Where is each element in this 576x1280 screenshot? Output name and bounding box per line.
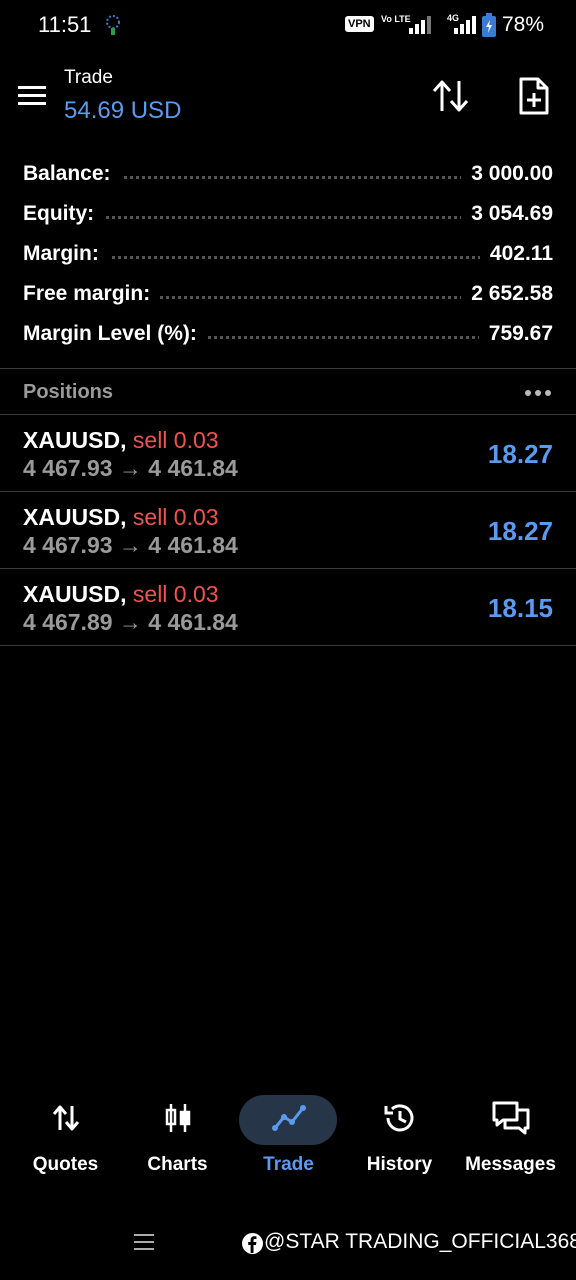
page-title: Trade [64,67,113,88]
watermark-text: @STAR TRADING_OFFICIAL3684 [264,1230,576,1253]
position-prices: 4 467.89 → 4 461.84 [23,609,238,635]
nav-label: Quotes [32,1154,99,1175]
app-notification-icon [106,15,120,35]
summary-row-margin-level: Margin Level (%): 759.67 [0,316,576,356]
summary-label: Free margin: [23,282,161,306]
nav-tab-trade[interactable]: Trade [231,1090,346,1190]
charts-icon [165,1104,190,1132]
summary-row-balance: Balance: 3 000.00 [0,156,576,196]
position-symbol: XAUUSD, sell 0.03 [23,581,219,608]
position-symbol: XAUUSD, sell 0.03 [23,504,219,531]
summary-value: 2 652.58 [461,282,553,306]
nav-tab-history[interactable]: History [342,1090,457,1190]
vpn-badge: VPN [345,16,374,32]
profit-total: 54.69 USD [64,97,182,124]
battery-percentage: 78% [502,13,545,36]
position-symbol: XAUUSD, sell 0.03 [23,427,219,454]
nav-label: Trade [263,1154,314,1175]
symbol-name: XAUUSD, [23,504,127,530]
summary-label: Equity: [23,202,105,226]
trade-icon [271,1105,306,1131]
position-profit: 18.27 [487,516,553,546]
position-profit: 18.15 [487,593,553,623]
nav-tab-charts[interactable]: Charts [120,1090,235,1190]
nav-tab-messages[interactable]: Messages [453,1090,568,1190]
summary-label: Margin Level (%): [23,322,207,346]
position-side: sell 0.03 [132,581,219,607]
volte-indicator: Vo LTE [381,14,411,24]
messages-icon [492,1101,529,1135]
position-row[interactable]: XAUUSD, sell 0.03 4 467.93 → 4 461.84 18… [0,415,576,492]
position-side: sell 0.03 [132,427,219,453]
signal-4g-icon [454,16,476,34]
position-side: sell 0.03 [132,504,219,530]
system-recents-icon[interactable] [134,1232,154,1252]
summary-row-margin: Margin: 402.11 [0,236,576,276]
position-row[interactable]: XAUUSD, sell 0.03 4 467.93 → 4 461.84 18… [0,492,576,569]
bottom-navigation: Quotes Charts Trade History Messages [0,1090,576,1190]
summary-label: Balance: [23,162,121,186]
history-icon [384,1104,413,1132]
quotes-icon [52,1105,79,1131]
signal-icon [409,16,431,34]
positions-section-title: Positions [23,381,114,403]
divider [0,368,576,369]
position-profit: 18.27 [487,439,553,469]
new-order-icon[interactable] [518,77,550,115]
summary-value: 3 054.69 [461,202,553,226]
battery-icon [482,13,496,37]
summary-value: 402.11 [479,242,553,266]
position-row[interactable]: XAUUSD, sell 0.03 4 467.89 → 4 461.84 18… [0,569,576,646]
nav-label: Charts [147,1154,208,1175]
nav-label: Messages [465,1154,556,1175]
account-summary: Balance: 3 000.00 Equity: 3 054.69 Margi… [0,156,576,356]
sort-icon[interactable] [431,79,471,113]
nav-label: History [366,1154,433,1175]
status-time: 11:51 [38,12,92,37]
status-bar: 11:51 VPN Vo LTE 4G 78% [0,0,576,52]
nav-tab-quotes[interactable]: Quotes [8,1090,123,1190]
menu-icon[interactable] [18,85,46,107]
summary-row-free-margin: Free margin: 2 652.58 [0,276,576,316]
summary-value: 3 000.00 [461,162,553,186]
summary-label: Margin: [23,242,109,266]
symbol-name: XAUUSD, [23,427,127,453]
position-prices: 4 467.93 → 4 461.84 [23,455,238,481]
summary-value: 759.67 [478,322,553,346]
symbol-name: XAUUSD, [23,581,127,607]
facebook-icon [242,1233,263,1254]
position-prices: 4 467.93 → 4 461.84 [23,532,238,558]
divider [0,645,576,646]
summary-row-equity: Equity: 3 054.69 [0,196,576,236]
more-options-icon[interactable] [524,389,552,397]
